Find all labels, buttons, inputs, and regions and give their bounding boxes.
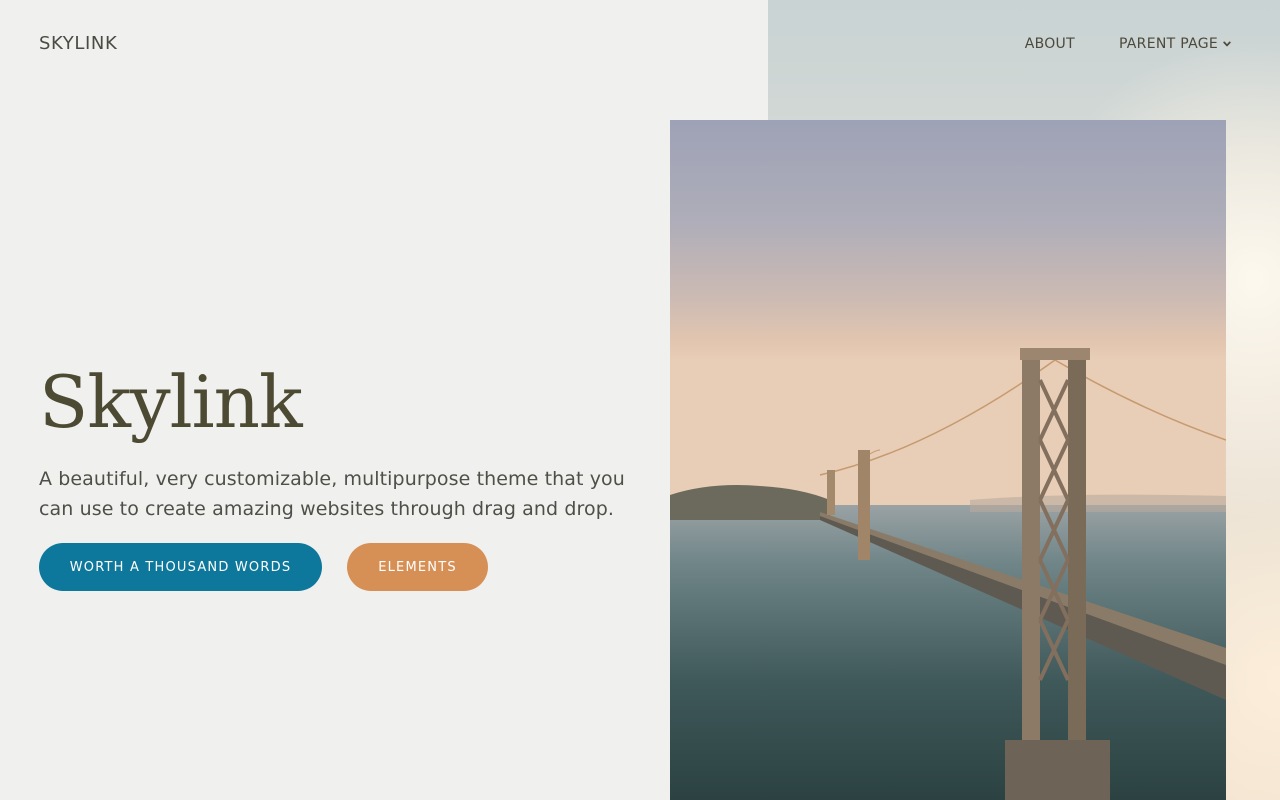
elements-button[interactable]: ELEMENTS: [347, 543, 488, 591]
nav-item-about-label: ABOUT: [1024, 36, 1075, 52]
hero-title: Skylink: [39, 360, 303, 444]
nav-item-parent-page[interactable]: PARENT PAGE: [1119, 36, 1231, 52]
worth-a-thousand-words-button[interactable]: WORTH A THOUSAND WORDS: [39, 543, 322, 591]
nav-item-parent-page-label: PARENT PAGE: [1118, 36, 1218, 52]
hero-bridge-photo: [670, 120, 1226, 800]
chevron-down-icon: [1223, 41, 1231, 47]
nav-item-about[interactable]: ABOUT: [1025, 36, 1075, 52]
hero-description: A beautiful, very customizable, multipur…: [39, 468, 625, 520]
main-nav: ABOUT PARENT PAGE: [1025, 36, 1231, 52]
site-logo[interactable]: SKYLINK: [39, 33, 117, 54]
